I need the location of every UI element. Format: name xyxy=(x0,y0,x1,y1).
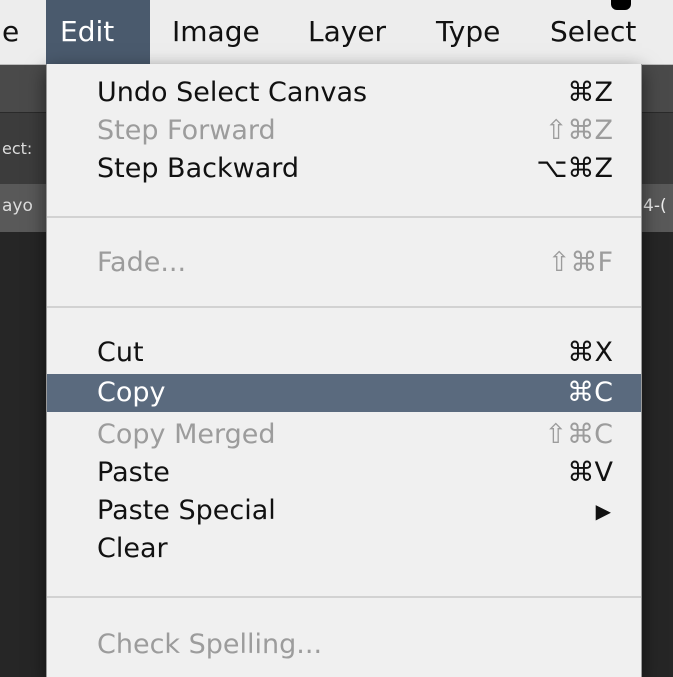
menu-item-shortcut: ⇧⌘F xyxy=(547,247,613,278)
menu-item-label: Copy Merged xyxy=(97,419,276,450)
document-tab-fragment-right[interactable]: 4-( xyxy=(643,196,667,216)
menu-item-label: Cut xyxy=(97,337,144,368)
menu-item-shortcut: ⌘X xyxy=(567,337,614,368)
menu-item-label: Paste xyxy=(97,457,170,488)
menu-item-label: Paste Special xyxy=(97,495,276,526)
menu-item-shortcut: ⇧⌘C xyxy=(544,419,613,450)
menu-item-shortcut: ⌘C xyxy=(567,377,613,408)
menu-item-label: Step Forward xyxy=(97,115,276,146)
menu-separator xyxy=(47,596,641,598)
menu-item-undo-select-canvas[interactable]: Undo Select Canvas ⌘Z xyxy=(47,74,641,112)
menu-layer[interactable]: Layer xyxy=(308,0,386,64)
menu-item-paste-special[interactable]: Paste Special ▶ xyxy=(47,492,641,530)
edit-menu-dropdown: Undo Select Canvas ⌘Z Step Forward ⇧⌘Z S… xyxy=(46,64,642,677)
menu-item-clear[interactable]: Clear xyxy=(47,530,641,568)
menu-file-fragment[interactable]: e xyxy=(2,0,19,64)
menu-item-paste[interactable]: Paste ⌘V xyxy=(47,454,641,492)
menu-item-label: Undo Select Canvas xyxy=(97,77,368,108)
menu-edit-label: Edit xyxy=(60,15,115,48)
menu-separator xyxy=(47,306,641,308)
menu-item-label: Check Spelling... xyxy=(97,629,323,660)
menu-image[interactable]: Image xyxy=(172,0,260,64)
menu-separator xyxy=(47,216,641,218)
menu-item-shortcut: ⌥⌘Z xyxy=(536,153,613,184)
document-tab-fragment[interactable]: ayo xyxy=(2,196,33,216)
triangle-right-icon: ▶ xyxy=(595,499,611,523)
options-bar-fragment: ect: xyxy=(2,139,33,158)
menu-item-fade: Fade... ⇧⌘F xyxy=(47,244,641,282)
menu-item-step-forward: Step Forward ⇧⌘Z xyxy=(47,112,641,150)
menu-item-copy-merged: Copy Merged ⇧⌘C xyxy=(47,416,641,454)
menu-item-shortcut: ⇧⌘Z xyxy=(544,115,613,146)
menu-edit[interactable]: Edit xyxy=(46,0,150,64)
menu-item-shortcut: ⌘Z xyxy=(567,77,614,108)
menu-item-label: Clear xyxy=(97,533,168,564)
menu-item-label: Copy xyxy=(97,377,166,408)
menu-item-copy[interactable]: Copy ⌘C xyxy=(47,374,641,412)
menu-item-shortcut: ⌘V xyxy=(567,457,613,488)
partial-glyph xyxy=(611,0,631,10)
menu-type[interactable]: Type xyxy=(436,0,500,64)
menu-item-cut[interactable]: Cut ⌘X xyxy=(47,334,641,372)
menu-item-label: Fade... xyxy=(97,247,187,278)
menu-item-step-backward[interactable]: Step Backward ⌥⌘Z xyxy=(47,150,641,188)
menu-item-check-spelling: Check Spelling... xyxy=(47,626,641,664)
menu-bar: e Edit Image Layer Type Select xyxy=(0,0,673,65)
menu-item-label: Step Backward xyxy=(97,153,299,184)
